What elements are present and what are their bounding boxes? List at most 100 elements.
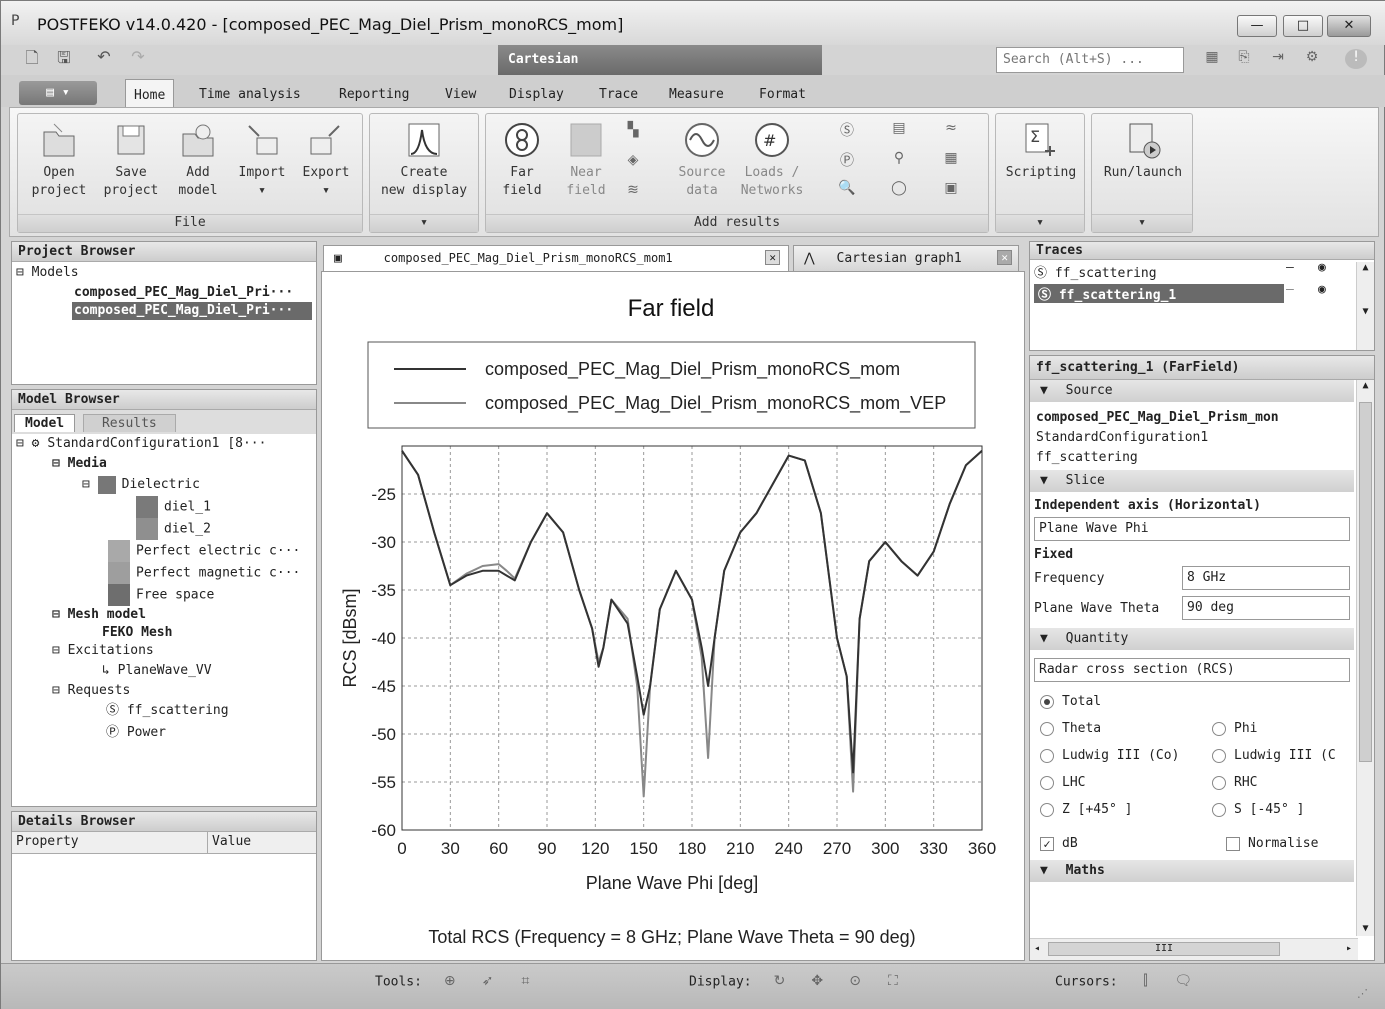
tab-home[interactable]: Home (125, 79, 175, 109)
property-column[interactable]: Property (12, 832, 208, 853)
zoom-tool-icon[interactable]: ⊕ (440, 973, 460, 991)
slice-section[interactable]: ▼ Slice (1030, 470, 1354, 492)
rotate-icon[interactable]: ↻ (769, 973, 789, 991)
radio-ludwig-co[interactable]: Ludwig III (Co) (1040, 748, 1179, 763)
fit-icon[interactable]: ⛶ (883, 973, 903, 991)
radio-lhc[interactable]: LHC (1040, 775, 1085, 790)
radio-rhc[interactable]: RHC (1212, 775, 1257, 790)
radio-theta[interactable]: Theta (1040, 721, 1101, 736)
scroll-up-icon[interactable]: ▲ (1357, 380, 1374, 398)
near-field-button[interactable]: Near field (556, 120, 616, 200)
trace-item-selected[interactable]: Ⓢ ff_scattering_1 — ◉ (1030, 282, 1374, 304)
tree-free-space[interactable]: Free space (16, 584, 312, 606)
wave-icon[interactable]: ≈ (940, 120, 962, 140)
import-button[interactable]: Import ▾ (232, 120, 292, 200)
close-graph-tab-icon[interactable]: ✕ (997, 250, 1012, 265)
tree-config[interactable]: ⊟ ⚙ StandardConfiguration1 [8··· (16, 434, 312, 454)
zoom-icon[interactable]: ⊙ (845, 973, 865, 991)
value-column[interactable]: Value (208, 832, 255, 853)
chart-small-icon[interactable]: ▚ (622, 122, 644, 142)
app-menu-button[interactable]: ▤ ▾ (19, 81, 97, 105)
tree-mesh[interactable]: ⊟ Mesh model (16, 606, 312, 624)
grid-icon[interactable]: ▦ (940, 150, 962, 170)
maximize-button[interactable]: □ (1283, 15, 1323, 37)
run-launch-button[interactable]: Run/launch (1096, 120, 1190, 182)
radio-ludwig-cross[interactable]: Ludwig III (C (1212, 748, 1336, 763)
binoculars-icon[interactable]: ⌗ (515, 973, 535, 991)
cursor-icon[interactable]: ⫿ (1135, 973, 1155, 991)
close-tab-icon[interactable]: ✕ (765, 250, 780, 265)
copy-icon[interactable]: ⎘ (1233, 49, 1255, 69)
close-button[interactable]: ✕ (1327, 15, 1371, 37)
tree-models[interactable]: ⊟ Models (16, 262, 312, 284)
tab-results[interactable]: Results (82, 414, 176, 432)
maths-section[interactable]: ▼ Maths (1030, 860, 1354, 882)
mesh-small-icon[interactable]: ◈ (622, 152, 644, 172)
add-model-button[interactable]: Add model (168, 120, 228, 200)
settings-icon[interactable]: ⚙ (1301, 49, 1323, 69)
tab-display[interactable]: Display (501, 83, 572, 107)
db-checkbox[interactable]: ✓ dB (1040, 836, 1078, 851)
tree-diel2[interactable]: diel_2 (16, 518, 312, 540)
horizontal-scrollbar[interactable]: ◂ III ▸ (1030, 938, 1358, 960)
tree-dielectric[interactable]: ⊟ Dielectric (16, 474, 312, 496)
quantity-section[interactable]: ▼ Quantity (1030, 628, 1354, 650)
tree-ff-scattering[interactable]: Ⓢ ff_scattering (16, 700, 312, 722)
tab-view[interactable]: View (437, 83, 484, 107)
scroll-right-icon[interactable]: ▸ (1346, 943, 1352, 954)
resize-grip-icon[interactable]: ⋰ (1357, 987, 1368, 1000)
tree-feko-mesh[interactable]: FEKO Mesh (16, 624, 312, 642)
normalise-checkbox[interactable]: Normalise (1226, 836, 1318, 851)
pan-icon[interactable]: ✥ (807, 973, 827, 991)
s-param-icon[interactable]: Ⓢ (836, 120, 858, 140)
tree-power[interactable]: Ⓟ Power (16, 722, 312, 744)
visible-eye-icon[interactable]: ◉ (1318, 260, 1326, 275)
frequency-field[interactable]: 8 GHz (1182, 566, 1350, 590)
scroll-left-icon[interactable]: ◂ (1034, 943, 1040, 954)
tree-requests[interactable]: ⊟ Requests (16, 682, 312, 700)
stack-icon[interactable]: ▤ (888, 120, 910, 140)
tree-planewave[interactable]: ↳ PlaneWave_VV (16, 660, 312, 682)
scroll-thumb[interactable] (1359, 402, 1372, 762)
undo-icon[interactable]: ↶ (93, 47, 115, 71)
project-item-selected[interactable]: composed_PEC_Mag_Diel_Pri··· (72, 302, 312, 320)
annotation-icon[interactable]: 🗨 (1173, 973, 1193, 991)
tree-pmc[interactable]: Perfect magnetic c··· (16, 562, 312, 584)
visible-eye-icon-2[interactable]: ◉ (1318, 282, 1326, 297)
properties-scrollbar[interactable]: ▲ ▼ (1356, 380, 1374, 936)
circle-icon[interactable]: ◯ (888, 180, 910, 200)
export-icon[interactable]: ⇥ (1267, 49, 1289, 69)
power-icon[interactable]: Ⓟ (836, 150, 858, 170)
tab-cartesian-graph[interactable]: ⋀ Cartesian graph1 ✕ (793, 245, 1019, 271)
redo-icon[interactable]: ↷ (127, 47, 149, 71)
tab-format[interactable]: Format (751, 83, 814, 107)
independent-axis-select[interactable]: Plane Wave Phi (1034, 517, 1350, 541)
source-section[interactable]: ▼ Source (1030, 380, 1354, 402)
curve-small-icon[interactable]: ≋ (622, 182, 644, 202)
loads-networks-button[interactable]: # Loads / Networks (734, 120, 810, 200)
antenna-icon[interactable]: ⚲ (888, 150, 910, 170)
project-item[interactable]: composed_PEC_Mag_Diel_Pri··· (16, 284, 312, 302)
new-icon[interactable]: 🗋 (21, 47, 43, 71)
far-field-button[interactable]: Far field (492, 120, 552, 200)
trace-item[interactable]: Ⓢ ff_scattering — ◉ (1030, 260, 1374, 282)
search-results-icon[interactable]: 🔍 (836, 180, 858, 200)
scroll-down-icon[interactable]: ▼ (1357, 923, 1374, 934)
cells-icon[interactable]: ▣ (940, 180, 962, 200)
search-input[interactable]: Search (Alt+S) ... (996, 47, 1184, 73)
radio-s45[interactable]: S [-45° ] (1212, 802, 1304, 817)
help-icon[interactable]: ! (1345, 49, 1367, 69)
tab-model[interactable]: Model (14, 414, 76, 432)
tree-pec[interactable]: Perfect electric c··· (16, 540, 312, 562)
tab-reporting[interactable]: Reporting (331, 83, 417, 107)
source-data-button[interactable]: Source data (672, 120, 732, 200)
traces-scrollbar[interactable]: ▲ ▼ (1356, 262, 1374, 350)
h-scroll-thumb[interactable]: III (1048, 942, 1280, 956)
create-display-button[interactable]: Create new display (374, 120, 474, 200)
radio-total[interactable]: Total (1030, 690, 1354, 717)
layout-icon[interactable]: ▦ (1201, 49, 1223, 69)
tab-time-analysis[interactable]: Time analysis (191, 83, 309, 107)
tab-trace[interactable]: Trace (591, 83, 646, 107)
tab-model-document[interactable]: ▣ composed_PEC_Mag_Diel_Prism_monoRCS_mo… (323, 245, 789, 271)
tree-excitations[interactable]: ⊟ Excitations (16, 642, 312, 660)
